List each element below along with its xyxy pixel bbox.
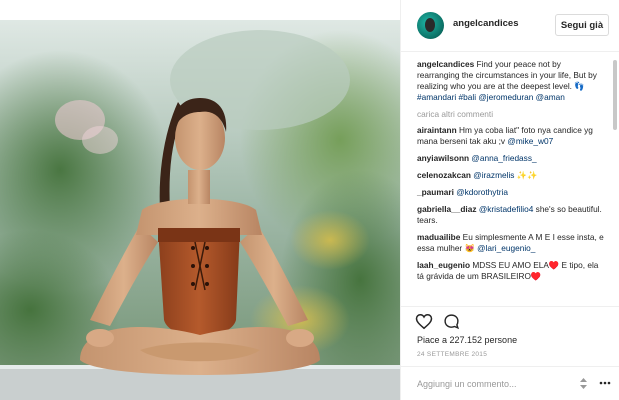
more-options-icon[interactable] [599, 377, 611, 389]
comment-mention[interactable]: @kdorothytria [456, 187, 508, 197]
comment-username[interactable]: _paumari [417, 187, 454, 197]
comments-scrollbar[interactable] [613, 60, 617, 130]
post-header: angelcandices Segui già [401, 0, 619, 52]
yoga-photo-image [0, 20, 400, 400]
comment-item: _paumari @kdorothytria [417, 187, 604, 198]
heart-outline-icon[interactable] [415, 313, 433, 330]
comment-item: airaintann Hm ya coba liat" foto nya can… [417, 125, 604, 147]
post-date: 24 SETTEMBRE 2015 [417, 351, 488, 358]
following-button[interactable]: Segui già [555, 14, 609, 36]
instagram-post: angelcandices Segui già angelcandices Fi… [0, 0, 619, 400]
avatar[interactable] [417, 12, 444, 39]
add-comment-bar [401, 366, 619, 400]
speech-bubble-icon[interactable] [443, 313, 460, 330]
up-down-arrows-icon[interactable] [579, 378, 588, 389]
comment-input[interactable] [417, 375, 567, 393]
footprints-icon: 👣 [574, 81, 585, 91]
comment-username[interactable]: laah_eugenio [417, 260, 470, 270]
post-actions [401, 306, 619, 334]
load-more-comments-link[interactable]: carica altri commenti [417, 109, 604, 119]
comment-mention[interactable]: @kristadefilio4 [479, 204, 534, 214]
comment-item: gabriella__diaz @kristadefilio4 she's so… [417, 204, 604, 226]
caption: angelcandices Find your peace not by rea… [417, 59, 604, 103]
post-side-panel: angelcandices Segui già angelcandices Fi… [400, 0, 619, 400]
comment-item: laah_eugenio MDSS EU AMO ELA♥️ E tipo, e… [417, 260, 604, 282]
comment-username[interactable]: gabriella__diaz [417, 204, 477, 214]
comment-username[interactable]: maduailibe [417, 232, 460, 242]
comment-username[interactable]: anyiawilsonn [417, 153, 469, 163]
comment-mention[interactable]: @lari_eugenio_ [477, 243, 535, 253]
header-username[interactable]: angelcandices [453, 18, 518, 29]
comments-list[interactable]: angelcandices Find your peace not by rea… [401, 53, 619, 305]
comment-mention[interactable]: @mike_w07 [507, 136, 553, 146]
comment-username[interactable]: celenozakcan [417, 170, 471, 180]
likes-count[interactable]: Piace a 227.152 persone [417, 335, 517, 345]
comment-mention[interactable]: @irazmelis ✨✨ [473, 170, 537, 180]
comment-item: anyiawilsonn @anna_friedass_ [417, 153, 604, 164]
post-photo[interactable] [0, 20, 400, 400]
caption-username[interactable]: angelcandices [417, 59, 474, 69]
comment-item: celenozakcan @irazmelis ✨✨ [417, 170, 604, 181]
comment-username[interactable]: airaintann [417, 125, 457, 135]
avatar-face [425, 18, 435, 32]
comment-item: maduailibe Eu simplesmente A M E I esse … [417, 232, 604, 254]
comment-mention[interactable]: @anna_friedass_ [471, 153, 536, 163]
caption-tags[interactable]: #amandari #bali @jeromeduran @aman [417, 92, 565, 102]
